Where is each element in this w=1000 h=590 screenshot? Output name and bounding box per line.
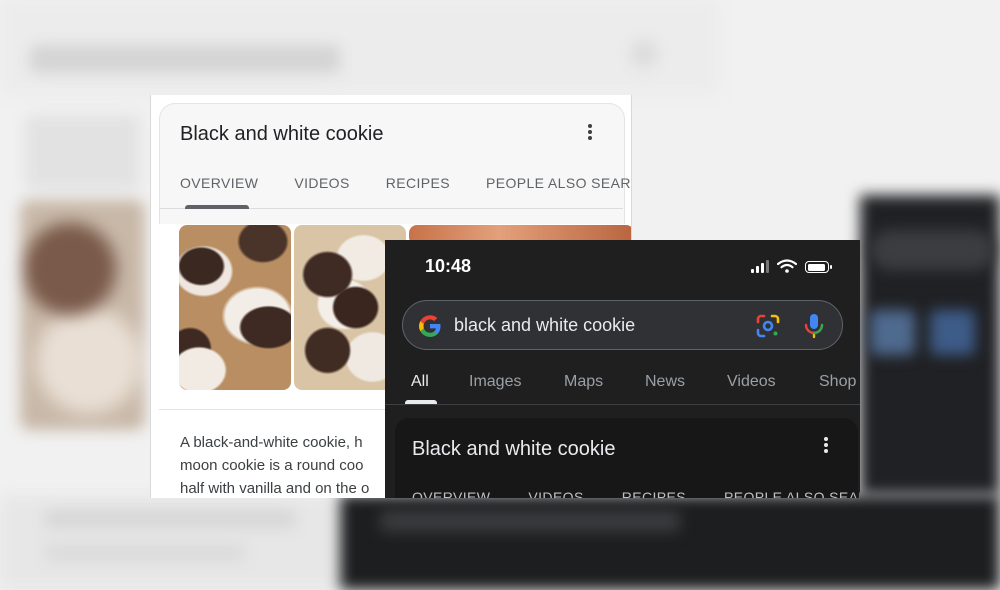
dark-mode-phone-screen: 10:48 black and white cookie All Images … bbox=[385, 240, 860, 498]
battery-icon bbox=[805, 261, 832, 273]
more-vert-icon[interactable] bbox=[587, 123, 593, 146]
search-input[interactable]: black and white cookie bbox=[402, 300, 843, 350]
background-blurred-title bbox=[30, 45, 340, 73]
background-blurred-thumbnail bbox=[930, 310, 975, 355]
google-lens-icon[interactable] bbox=[755, 313, 781, 339]
tab-videos[interactable]: VIDEOS bbox=[528, 489, 583, 498]
status-bar-icons bbox=[751, 259, 832, 273]
tab-maps[interactable]: Maps bbox=[564, 373, 645, 391]
knowledge-panel-title: Black and white cookie bbox=[180, 123, 384, 145]
tab-videos[interactable]: VIDEOS bbox=[294, 175, 349, 191]
background-blurred-card bbox=[25, 115, 140, 190]
background-blurred-text-line bbox=[45, 545, 245, 561]
background-blurred-icon bbox=[630, 40, 658, 68]
wifi-icon bbox=[776, 259, 798, 273]
search-query-text[interactable]: black and white cookie bbox=[454, 315, 635, 336]
background-blurred-pill bbox=[870, 230, 995, 270]
cookie-image[interactable] bbox=[179, 225, 291, 390]
tab-overview[interactable]: OVERVIEW bbox=[412, 489, 490, 498]
background-blurred-thumbnail bbox=[870, 310, 915, 355]
tab-recipes[interactable]: RECIPES bbox=[622, 489, 686, 498]
knowledge-panel-title: Black and white cookie bbox=[412, 438, 616, 460]
tab-shopping[interactable]: Shop bbox=[819, 373, 856, 391]
active-tab-indicator bbox=[185, 205, 249, 209]
cellular-signal-icon bbox=[751, 260, 769, 273]
tab-images[interactable]: Images bbox=[469, 373, 564, 391]
status-bar-time: 10:48 bbox=[425, 256, 472, 276]
knowledge-panel-tabs: OVERVIEW VIDEOS RECIPES PEOPLE ALSO SEAR bbox=[180, 175, 631, 191]
tab-recipes[interactable]: RECIPES bbox=[386, 175, 450, 191]
background-blurred-cookie-image bbox=[20, 200, 145, 430]
tab-divider bbox=[385, 404, 860, 405]
tab-news[interactable]: News bbox=[645, 373, 727, 391]
tab-people-also-search[interactable]: PEOPLE ALSO SEAR bbox=[486, 175, 631, 191]
more-vert-icon[interactable] bbox=[823, 436, 829, 459]
knowledge-panel-card: Black and white cookie OVERVIEW VIDEOS R… bbox=[395, 418, 860, 498]
tab-people-also-search[interactable]: PEOPLE ALSO SEAR bbox=[724, 489, 860, 498]
tab-videos[interactable]: Videos bbox=[727, 373, 819, 391]
microphone-icon[interactable] bbox=[803, 312, 825, 340]
google-logo-icon bbox=[417, 313, 443, 339]
search-result-tabs: All Images Maps News Videos Shop bbox=[411, 373, 856, 391]
background-blurred-text-line bbox=[45, 510, 295, 528]
background-blurred-dark-text bbox=[380, 510, 680, 532]
tab-overview[interactable]: OVERVIEW bbox=[180, 175, 258, 191]
knowledge-panel-tabs: OVERVIEW VIDEOS RECIPES PEOPLE ALSO SEAR bbox=[412, 489, 860, 498]
tab-all[interactable]: All bbox=[411, 373, 469, 391]
